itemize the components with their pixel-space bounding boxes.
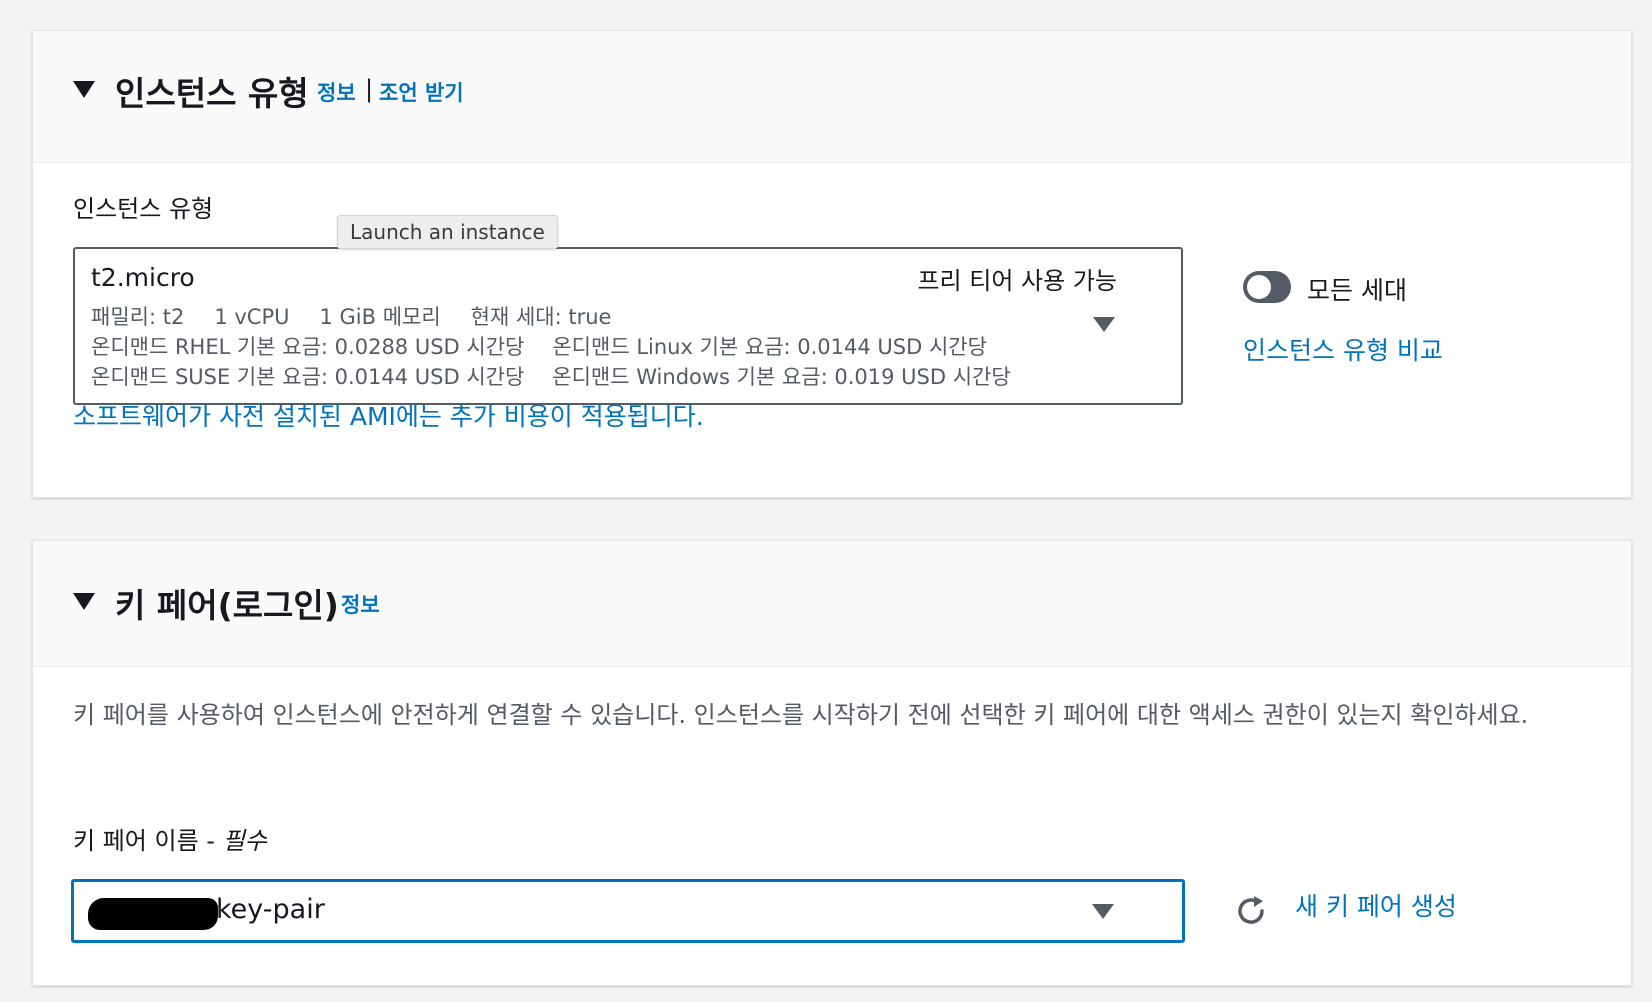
all-generations-toggle[interactable] — [1243, 271, 1291, 303]
key-pair-name-label: 키 페어 이름 - 필수 — [73, 821, 267, 856]
collapse-caret-icon[interactable] — [73, 81, 95, 98]
key-pair-name-label-text: 키 페어 이름 - — [73, 827, 223, 855]
instance-type-select[interactable]: t2.micro 프리 티어 사용 가능 패밀리: t2 1 vCPU 1 GiB … — [73, 247, 1183, 405]
ami-cost-notice-link[interactable]: 소프트웨어가 사전 설치된 AMI에는 추가 비용이 적용됩니다. — [73, 397, 704, 433]
chevron-down-icon — [1093, 317, 1115, 332]
free-tier-badge: 프리 티어 사용 가능 — [917, 267, 1117, 295]
key-pair-panel: 키 페어(로그인) 정보 키 페어를 사용하여 인스턴스에 안전하게 연결할 수… — [32, 540, 1632, 986]
instance-memory: 1 GiB 메모리 — [319, 305, 441, 329]
selected-instance-type: t2.micro — [91, 263, 195, 292]
key-pair-description: 키 페어를 사용하여 인스턴스에 안전하게 연결할 수 있습니다. 인스턴스를 … — [73, 701, 1529, 729]
key-pair-panel-title: 키 페어(로그인) — [115, 586, 339, 625]
instance-type-info-link[interactable]: 정보 — [317, 77, 356, 107]
required-label: 필수 — [222, 827, 267, 855]
get-advice-link[interactable]: 조언 받기 — [379, 77, 464, 107]
price-line-2: 온디맨드 SUSE 기본 요금: 0.0144 USD 시간당 온디맨드 Wind… — [91, 361, 1041, 391]
all-generations-label: 모든 세대 — [1307, 276, 1407, 305]
key-pair-select[interactable]: key-pair — [71, 879, 1185, 943]
instance-type-panel-title: 인스턴스 유형 — [115, 74, 309, 113]
instance-vcpu: 1 vCPU — [214, 305, 290, 329]
refresh-icon[interactable] — [1233, 893, 1269, 929]
toggle-knob — [1247, 275, 1271, 299]
instance-type-panel: 인스턴스 유형 정보 | 조언 받기 인스턴스 유형 t2.micro 프리 티… — [32, 30, 1632, 498]
key-pair-info-link[interactable]: 정보 — [341, 589, 380, 619]
instance-generation: 현재 세대: true — [470, 305, 612, 329]
selected-key-pair: key-pair — [216, 894, 325, 925]
create-key-pair-link[interactable]: 새 키 페어 생성 — [1295, 887, 1457, 923]
redaction-mark — [88, 898, 218, 930]
key-pair-panel-header[interactable]: 키 페어(로그인) 정보 — [33, 541, 1631, 667]
instance-type-panel-header[interactable]: 인스턴스 유형 정보 | 조언 받기 — [33, 31, 1631, 163]
collapse-caret-icon[interactable] — [73, 593, 95, 610]
suse-price: 온디맨드 SUSE 기본 요금: 0.0144 USD 시간당 — [91, 365, 525, 389]
header-separator: | — [365, 75, 374, 103]
instance-family: 패밀리: t2 — [91, 305, 185, 329]
price-line-1: 온디맨드 RHEL 기본 요금: 0.0288 USD 시간당 온디맨드 Linu… — [91, 331, 1017, 361]
chevron-down-icon — [1092, 904, 1114, 919]
rhel-price: 온디맨드 RHEL 기본 요금: 0.0288 USD 시간당 — [91, 335, 525, 359]
instance-spec-line: 패밀리: t2 1 vCPU 1 GiB 메모리 현재 세대: true — [91, 301, 641, 331]
tooltip: Launch an instance — [337, 215, 558, 249]
windows-price: 온디맨드 Windows 기본 요금: 0.019 USD 시간당 — [552, 365, 1011, 389]
instance-type-field-label: 인스턴스 유형 — [73, 195, 214, 223]
compare-instance-types-link[interactable]: 인스턴스 유형 비교 — [1243, 331, 1443, 367]
linux-price: 온디맨드 Linux 기본 요금: 0.0144 USD 시간당 — [552, 335, 987, 359]
